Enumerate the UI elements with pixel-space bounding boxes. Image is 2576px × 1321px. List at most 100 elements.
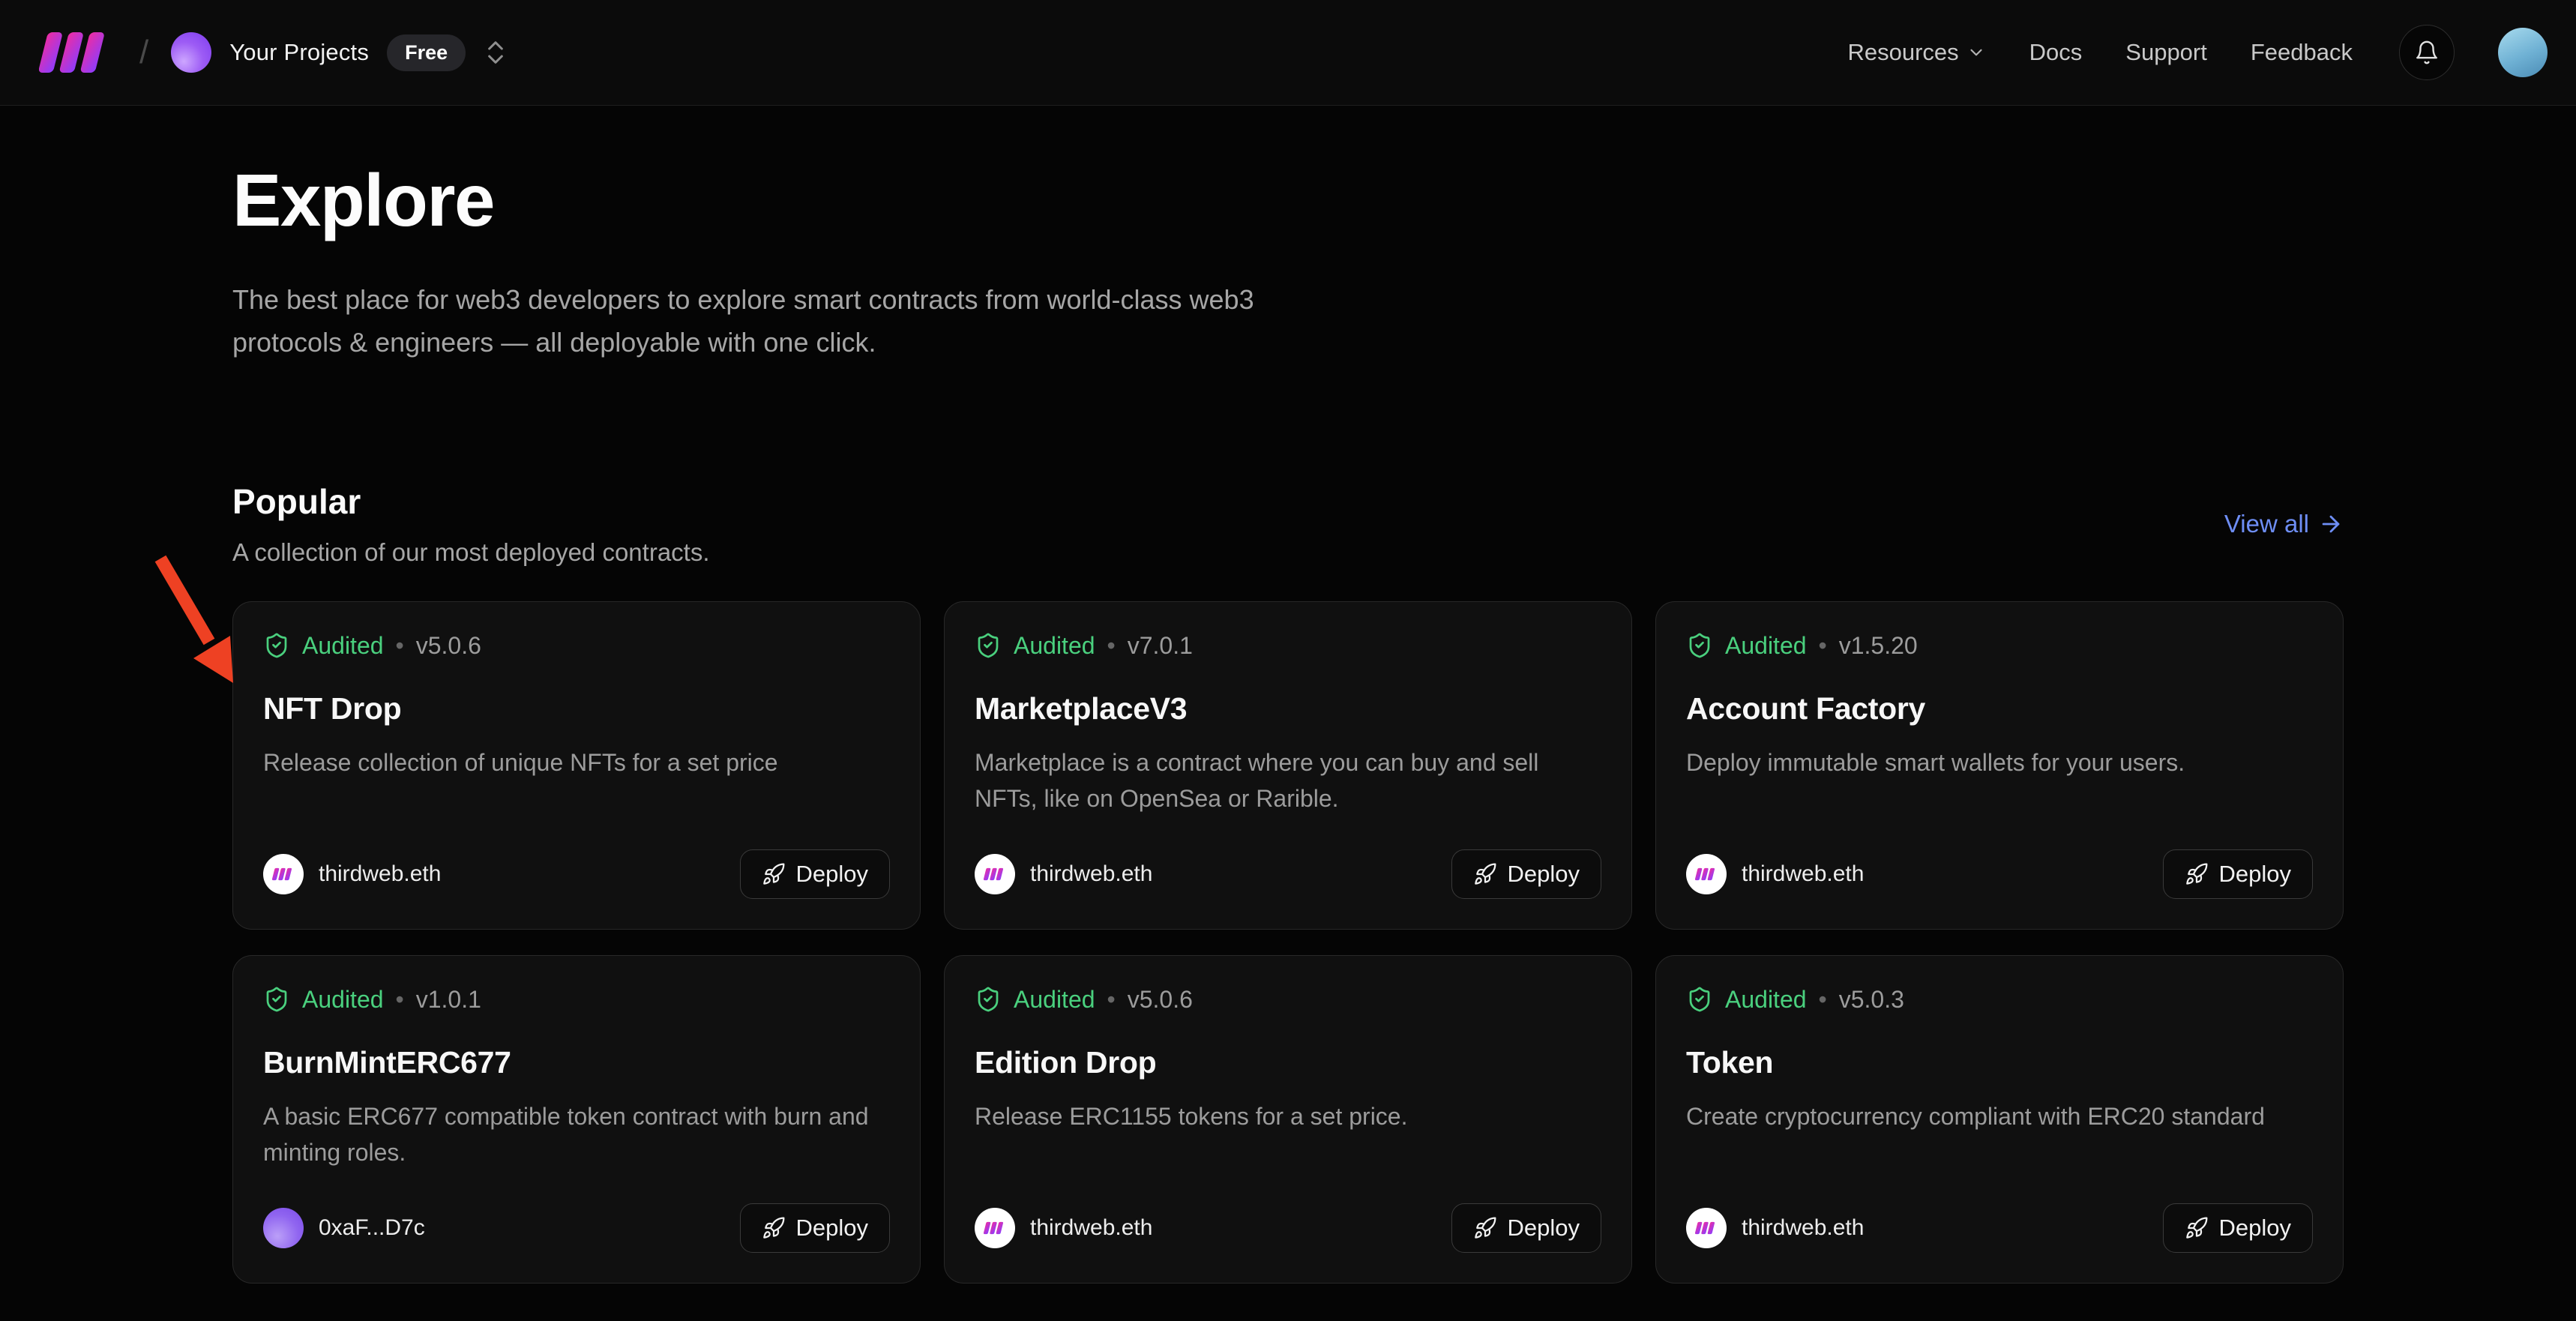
publisher-name[interactable]: thirdweb.eth bbox=[1030, 1215, 1152, 1241]
deploy-label: Deploy bbox=[796, 861, 869, 888]
chevrons-up-down-icon bbox=[481, 37, 511, 67]
main-content: Explore The best place for web3 develope… bbox=[232, 158, 2344, 1321]
audited-shield-icon bbox=[1686, 986, 1713, 1013]
contract-description: Release ERC1155 tokens for a set price. bbox=[975, 1098, 1601, 1134]
project-switcher-button[interactable] bbox=[481, 37, 511, 67]
deploy-label: Deploy bbox=[1508, 861, 1580, 888]
publisher-avatar-thirdweb[interactable] bbox=[1686, 1208, 1727, 1248]
badge-dot: • bbox=[1819, 986, 1827, 1014]
contract-version: v5.0.6 bbox=[1128, 986, 1193, 1014]
badge-row: Audited • v5.0.6 bbox=[263, 632, 890, 660]
publisher-name[interactable]: thirdweb.eth bbox=[1030, 861, 1152, 887]
badge-dot: • bbox=[1107, 986, 1116, 1014]
contract-title[interactable]: Account Factory bbox=[1686, 691, 2313, 726]
badge-dot: • bbox=[396, 632, 404, 660]
deploy-label: Deploy bbox=[2219, 861, 2292, 888]
contract-card-edition-drop[interactable]: Audited • v5.0.6 Edition Drop Release ER… bbox=[944, 955, 1632, 1284]
audited-shield-icon bbox=[1686, 632, 1713, 659]
rocket-icon bbox=[762, 862, 786, 886]
view-all-link[interactable]: View all bbox=[2224, 510, 2344, 538]
nav-link-resources[interactable]: Resources bbox=[1847, 39, 1985, 66]
contract-card-nft-drop[interactable]: Audited • v5.0.6 NFT Drop Release collec… bbox=[232, 601, 921, 930]
badge-dot: • bbox=[396, 986, 404, 1014]
deploy-button[interactable]: Deploy bbox=[2163, 1203, 2314, 1253]
audited-shield-icon bbox=[263, 986, 290, 1013]
audited-shield-icon bbox=[975, 986, 1002, 1013]
rocket-icon bbox=[2185, 862, 2209, 886]
badge-row: Audited • v1.5.20 bbox=[1686, 632, 2313, 660]
publisher-name[interactable]: 0xaF...D7c bbox=[319, 1215, 425, 1241]
card-footer: thirdweb.eth Deploy bbox=[263, 849, 890, 899]
rocket-icon bbox=[2185, 1216, 2209, 1240]
audited-label: Audited bbox=[1725, 986, 1807, 1014]
audited-shield-icon bbox=[263, 632, 290, 659]
audited-shield-icon bbox=[975, 632, 1002, 659]
audited-label: Audited bbox=[302, 632, 384, 660]
publisher-avatar-thirdweb[interactable] bbox=[975, 1208, 1015, 1248]
contract-version: v5.0.3 bbox=[1839, 986, 1904, 1014]
publisher-avatar-thirdweb[interactable] bbox=[975, 854, 1015, 894]
project-name[interactable]: Your Projects bbox=[229, 39, 369, 66]
badge-row: Audited • v1.0.1 bbox=[263, 986, 890, 1014]
contract-title[interactable]: NFT Drop bbox=[263, 691, 890, 726]
contract-title[interactable]: MarketplaceV3 bbox=[975, 691, 1601, 726]
nav-link-docs[interactable]: Docs bbox=[2029, 39, 2083, 66]
audited-label: Audited bbox=[1014, 632, 1095, 660]
publisher-avatar-thirdweb[interactable] bbox=[1686, 854, 1727, 894]
deploy-button[interactable]: Deploy bbox=[1451, 1203, 1602, 1253]
badge-row: Audited • v5.0.6 bbox=[975, 986, 1601, 1014]
rocket-icon bbox=[1473, 1216, 1497, 1240]
thirdweb-logo-icon[interactable] bbox=[39, 29, 114, 76]
contract-card-token[interactable]: Audited • v5.0.3 Token Create cryptocurr… bbox=[1655, 955, 2344, 1284]
contract-description: Release collection of unique NFTs for a … bbox=[263, 744, 890, 780]
project-avatar[interactable] bbox=[171, 32, 211, 73]
publisher-name[interactable]: thirdweb.eth bbox=[1742, 1215, 1864, 1241]
publisher-name[interactable]: thirdweb.eth bbox=[1742, 861, 1864, 887]
page-title: Explore bbox=[232, 158, 2344, 243]
contract-card-account-factory[interactable]: Audited • v1.5.20 Account Factory Deploy… bbox=[1655, 601, 2344, 930]
contract-title[interactable]: BurnMintERC677 bbox=[263, 1045, 890, 1080]
contract-description: Create cryptocurrency compliant with ERC… bbox=[1686, 1098, 2313, 1134]
notifications-button[interactable] bbox=[2399, 25, 2455, 80]
view-all-label: View all bbox=[2224, 510, 2309, 538]
explore-page: { "navbar": { "breadcrumb_separator": "/… bbox=[0, 0, 2576, 1321]
card-footer: 0xaF...D7c Deploy bbox=[263, 1203, 890, 1253]
deploy-button[interactable]: Deploy bbox=[1451, 849, 1602, 899]
publisher-avatar-thirdweb[interactable] bbox=[263, 854, 304, 894]
contract-title[interactable]: Token bbox=[1686, 1045, 2313, 1080]
rocket-icon bbox=[762, 1216, 786, 1240]
deploy-button[interactable]: Deploy bbox=[2163, 849, 2314, 899]
contract-card-burnminterc677[interactable]: Audited • v1.0.1 BurnMintERC677 A basic … bbox=[232, 955, 921, 1284]
bell-icon bbox=[2414, 40, 2440, 65]
badge-dot: • bbox=[1819, 632, 1827, 660]
plan-badge: Free bbox=[387, 34, 466, 71]
badge-row: Audited • v5.0.3 bbox=[1686, 986, 2313, 1014]
user-avatar[interactable] bbox=[2498, 28, 2548, 77]
badge-dot: • bbox=[1107, 632, 1116, 660]
contract-card-marketplacev3[interactable]: Audited • v7.0.1 MarketplaceV3 Marketpla… bbox=[944, 601, 1632, 930]
card-footer: thirdweb.eth Deploy bbox=[975, 1203, 1601, 1253]
contract-version: v5.0.6 bbox=[416, 632, 481, 660]
audited-label: Audited bbox=[302, 986, 384, 1014]
deploy-label: Deploy bbox=[2219, 1215, 2292, 1242]
top-navbar: / Your Projects Free Resources Docs Supp… bbox=[0, 0, 2576, 106]
deploy-label: Deploy bbox=[1508, 1215, 1580, 1242]
page-subtitle: The best place for web3 developers to ex… bbox=[232, 279, 1364, 364]
nav-link-support[interactable]: Support bbox=[2125, 39, 2207, 66]
badge-row: Audited • v7.0.1 bbox=[975, 632, 1601, 660]
chevron-down-icon bbox=[1966, 43, 1986, 62]
nav-link-feedback[interactable]: Feedback bbox=[2251, 39, 2353, 66]
card-footer: thirdweb.eth Deploy bbox=[975, 849, 1601, 899]
popular-title: Popular bbox=[232, 481, 710, 522]
publisher-name[interactable]: thirdweb.eth bbox=[319, 861, 441, 887]
deploy-button[interactable]: Deploy bbox=[740, 849, 891, 899]
contract-version: v1.5.20 bbox=[1839, 632, 1918, 660]
contract-title[interactable]: Edition Drop bbox=[975, 1045, 1601, 1080]
rocket-icon bbox=[1473, 862, 1497, 886]
deploy-button[interactable]: Deploy bbox=[740, 1203, 891, 1253]
publisher-avatar-address[interactable] bbox=[263, 1208, 304, 1248]
breadcrumb-separator: / bbox=[139, 34, 148, 71]
navbar-links: Resources Docs Support Feedback bbox=[1847, 25, 2548, 80]
annotation-arrow bbox=[152, 553, 242, 692]
popular-subtitle: A collection of our most deployed contra… bbox=[232, 538, 710, 567]
